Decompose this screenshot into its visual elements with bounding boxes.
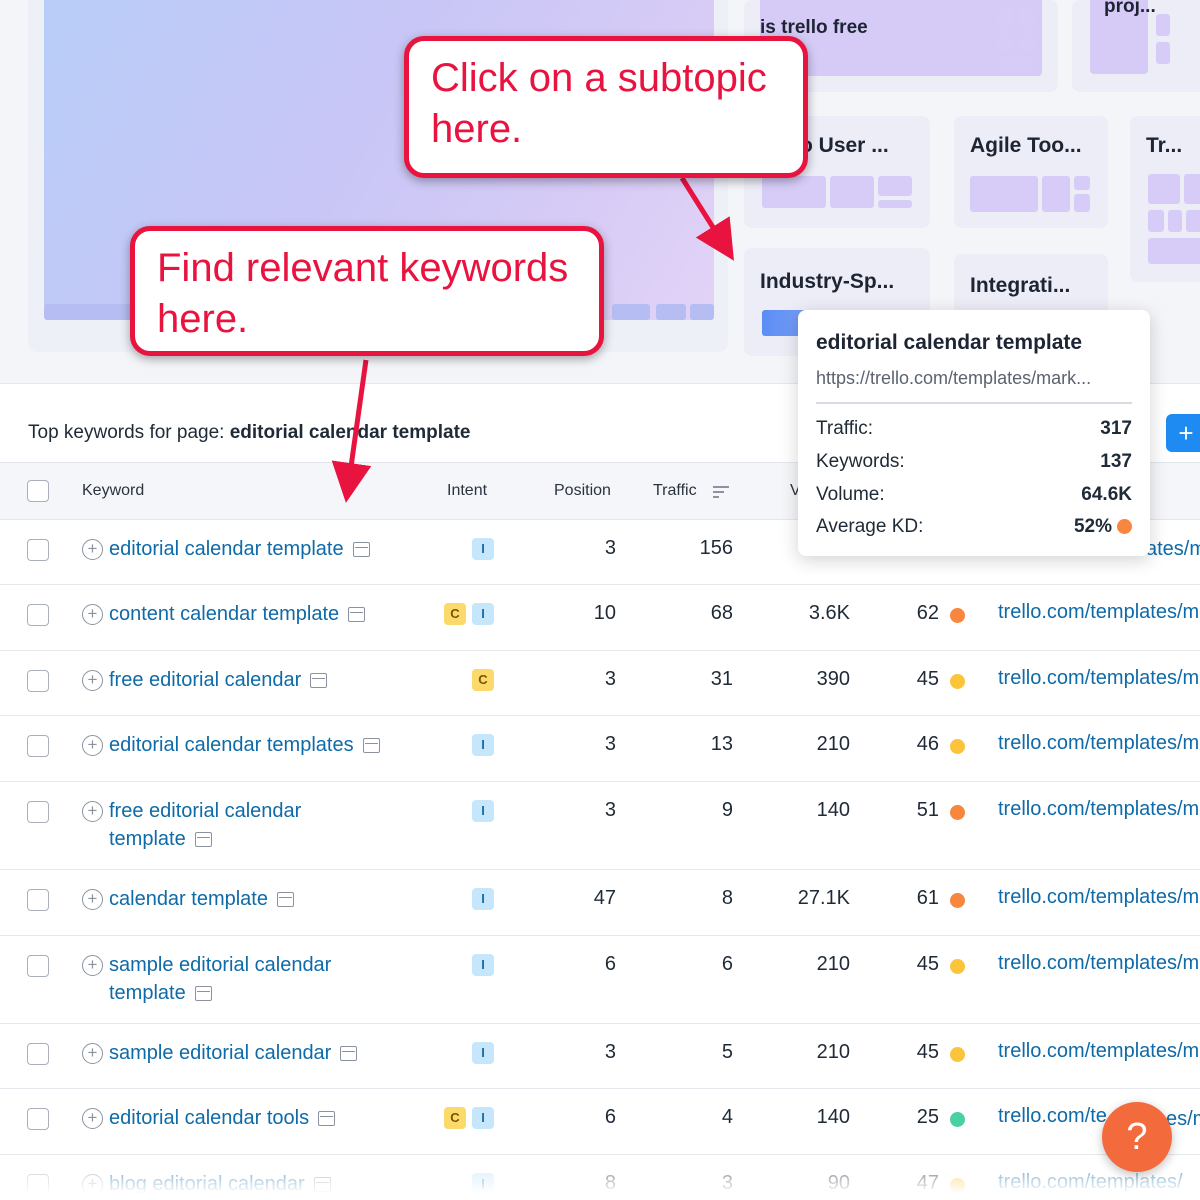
callout-keywords: Find relevant keywords here. [130, 226, 604, 356]
help-button[interactable]: ? [1102, 1102, 1172, 1172]
arrow-to-subtopic [679, 176, 734, 261]
arrow-to-keywords [331, 359, 372, 503]
callout-subtopic: Click on a subtopic here. [404, 36, 808, 178]
question-icon: ? [1126, 1116, 1148, 1158]
callout-arrows [331, 176, 734, 503]
